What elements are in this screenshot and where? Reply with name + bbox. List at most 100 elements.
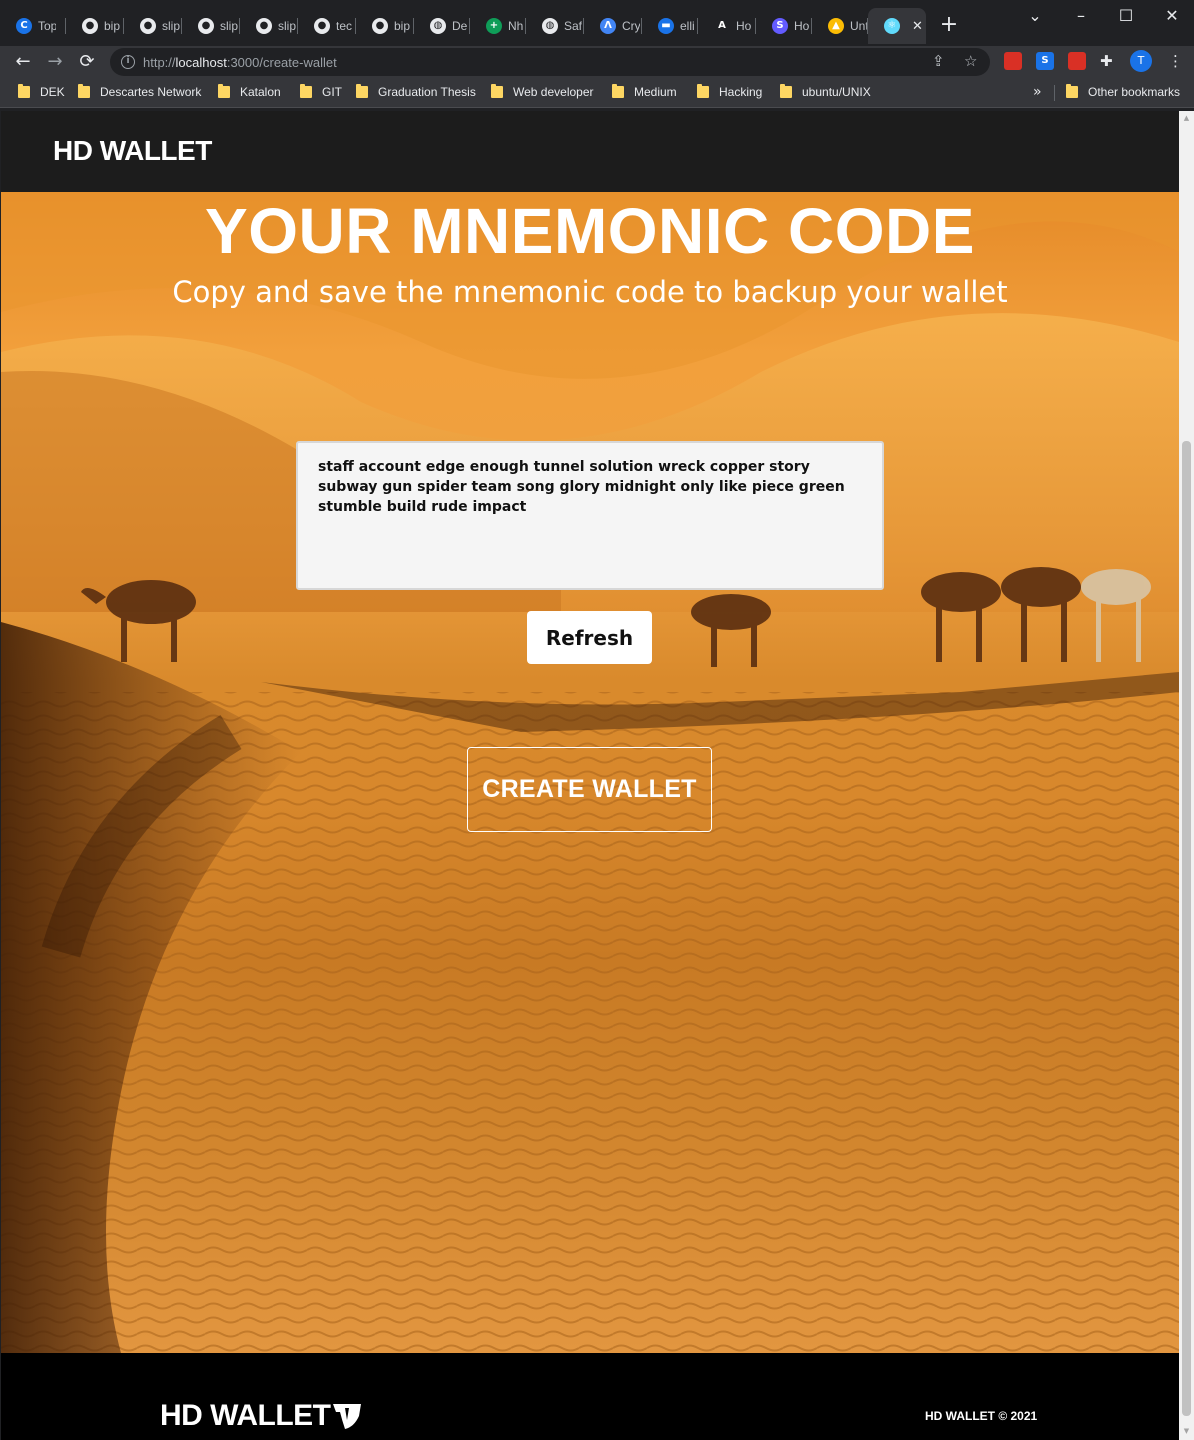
dash-icon: ▬ xyxy=(658,18,674,34)
github-icon: ● xyxy=(140,18,156,34)
mnemonic-textarea[interactable]: staff account edge enough tunnel solutio… xyxy=(296,441,884,590)
reload-button[interactable]: ⟳ xyxy=(76,51,98,73)
folder-icon xyxy=(780,84,792,98)
browser-tab[interactable]: ◍ Saf xyxy=(526,8,584,44)
bookmark-label: Graduation Thesis xyxy=(378,85,476,99)
create-wallet-button[interactable]: CREATE WALLET xyxy=(467,747,712,832)
bookmark-folder[interactable]: GIT xyxy=(300,84,342,99)
folder-icon xyxy=(1066,84,1078,98)
bookmark-folder[interactable]: Graduation Thesis xyxy=(356,84,476,99)
extensions-puzzle-icon[interactable]: ✚ xyxy=(1100,52,1113,70)
browser-tab[interactable]: ▬ elli xyxy=(642,8,698,44)
bookmark-label: Medium xyxy=(634,85,677,99)
bookmark-folder[interactable]: ubuntu/UNIX xyxy=(780,84,871,99)
bookmarks-overflow-icon[interactable]: » xyxy=(1033,84,1042,100)
footer-logo-text: HD WALLET xyxy=(160,1399,331,1432)
github-icon: ● xyxy=(372,18,388,34)
browser-tab[interactable]: S Ho xyxy=(756,8,812,44)
address-bar[interactable]: i http://localhost:3000/create-wallet xyxy=(110,48,990,76)
refresh-button[interactable]: Refresh xyxy=(527,611,652,664)
browser-tab[interactable]: ● slip xyxy=(124,8,182,44)
scroll-up-icon[interactable]: ▲ xyxy=(1182,114,1191,123)
back-button[interactable]: ← xyxy=(12,51,34,73)
page-viewport: HD WALLET YOUR MNEMONIC CODE Copy and sa… xyxy=(1,111,1179,1440)
browser-tab[interactable]: ▲ Unt xyxy=(812,8,868,44)
bookmark-folder[interactable]: Medium xyxy=(612,84,677,99)
bookmark-folder[interactable]: Descartes Network xyxy=(78,84,201,99)
browser-tab[interactable]: ◍ De xyxy=(414,8,470,44)
browser-tab[interactable]: ● bip xyxy=(66,8,124,44)
plus-icon: + xyxy=(486,18,502,34)
tab-title: Saf xyxy=(564,19,582,33)
close-window-button[interactable]: ✕ xyxy=(1157,6,1187,25)
extension-red-icon[interactable] xyxy=(1004,52,1022,70)
maximize-button[interactable]: ☐ xyxy=(1111,6,1141,25)
tab-title: Nh xyxy=(508,19,524,33)
header-brand[interactable]: HD WALLET xyxy=(53,135,212,167)
tab-title: Ho xyxy=(794,19,810,33)
github-icon: ● xyxy=(198,18,214,34)
tab-strip: C Top ● bip ● slip ● slip ● slip ● tec ● bip ◍ De + Nh ◍ Sa… xyxy=(0,0,1194,46)
new-tab-button[interactable]: + xyxy=(938,14,960,36)
globe-icon: ◍ xyxy=(430,18,446,34)
github-icon: ● xyxy=(256,18,272,34)
extension-s-icon[interactable]: S xyxy=(1036,52,1054,70)
browser-tab[interactable]: ● slip xyxy=(240,8,298,44)
a-icon: A xyxy=(714,18,730,34)
bookmark-folder[interactable]: Katalon xyxy=(218,84,281,99)
s-icon: S xyxy=(772,18,788,34)
folder-icon xyxy=(18,84,30,98)
minimize-button[interactable]: – xyxy=(1066,6,1096,25)
github-icon: ● xyxy=(314,18,330,34)
c-icon: C xyxy=(16,18,32,34)
site-header: HD WALLET xyxy=(1,111,1179,192)
browser-tab[interactable]: ● bip xyxy=(356,8,414,44)
lambda-icon: Λ xyxy=(600,18,616,34)
scroll-down-icon[interactable]: ▼ xyxy=(1182,1427,1191,1436)
tab-title: slip xyxy=(162,19,180,33)
browser-tab[interactable]: ● tec xyxy=(298,8,356,44)
bookmark-label: GIT xyxy=(322,85,342,99)
footer-logo[interactable]: HD WALLET xyxy=(160,1399,362,1433)
close-tab-icon[interactable]: ✕ xyxy=(912,19,923,34)
bookmark-folder[interactable]: Web developer xyxy=(491,84,594,99)
react-icon: ⚛ xyxy=(884,18,900,34)
bookmark-label: ubuntu/UNIX xyxy=(802,85,871,99)
page-scrollbar[interactable]: ▲ ▼ xyxy=(1179,111,1194,1440)
bookmark-star-icon[interactable]: ☆ xyxy=(964,52,977,70)
tab-title: Cry xyxy=(622,19,640,33)
profile-avatar[interactable]: T xyxy=(1130,50,1152,72)
browser-menu-icon[interactable]: ⋮ xyxy=(1168,52,1183,70)
page-title: YOUR MNEMONIC CODE xyxy=(205,195,975,267)
tab-title: bip xyxy=(394,19,411,33)
share-icon[interactable]: ⇪ xyxy=(932,52,945,70)
tab-search-icon[interactable]: ⌄ xyxy=(1020,6,1050,25)
browser-tab[interactable]: + Nh xyxy=(470,8,526,44)
site-footer: HD WALLET HD WALLET © 2021 xyxy=(1,1353,1179,1440)
forward-button[interactable]: → xyxy=(44,51,66,73)
scrollbar-thumb[interactable] xyxy=(1182,441,1191,1416)
other-bookmarks[interactable]: Other bookmarks xyxy=(1066,84,1180,99)
browser-tab[interactable]: C Top xyxy=(0,8,66,44)
bookmarks-bar: DEK Descartes Network Katalon GIT Graduation… xyxy=(0,78,1194,108)
page-subtitle: Copy and save the mnemonic code to backu… xyxy=(172,275,1008,309)
folder-icon xyxy=(697,84,709,98)
bookmark-folder[interactable]: Hacking xyxy=(697,84,762,99)
extension-bug-icon[interactable] xyxy=(1068,52,1086,70)
bookmarks-divider xyxy=(1054,85,1055,101)
site-info-icon[interactable]: i xyxy=(121,55,135,69)
tab-title: elli xyxy=(680,19,695,33)
browser-tab[interactable]: Λ Cry xyxy=(584,8,642,44)
tab-title: De xyxy=(452,19,468,33)
shield-v-icon xyxy=(333,1404,362,1429)
bookmark-label: Katalon xyxy=(240,85,281,99)
browser-tab[interactable]: A Ho xyxy=(698,8,756,44)
bookmark-folder[interactable]: DEK xyxy=(18,84,65,99)
browser-tab[interactable]: ⚛ ✕ xyxy=(868,8,926,44)
browser-tab[interactable]: ● slip xyxy=(182,8,240,44)
url-text[interactable]: http://localhost:3000/create-wallet xyxy=(143,55,337,70)
tab-title: Top xyxy=(38,19,56,33)
github-icon: ● xyxy=(82,18,98,34)
tab-title: bip xyxy=(104,19,121,33)
browser-toolbar: ← → ⟳ i http://localhost:3000/create-wal… xyxy=(0,46,1194,78)
